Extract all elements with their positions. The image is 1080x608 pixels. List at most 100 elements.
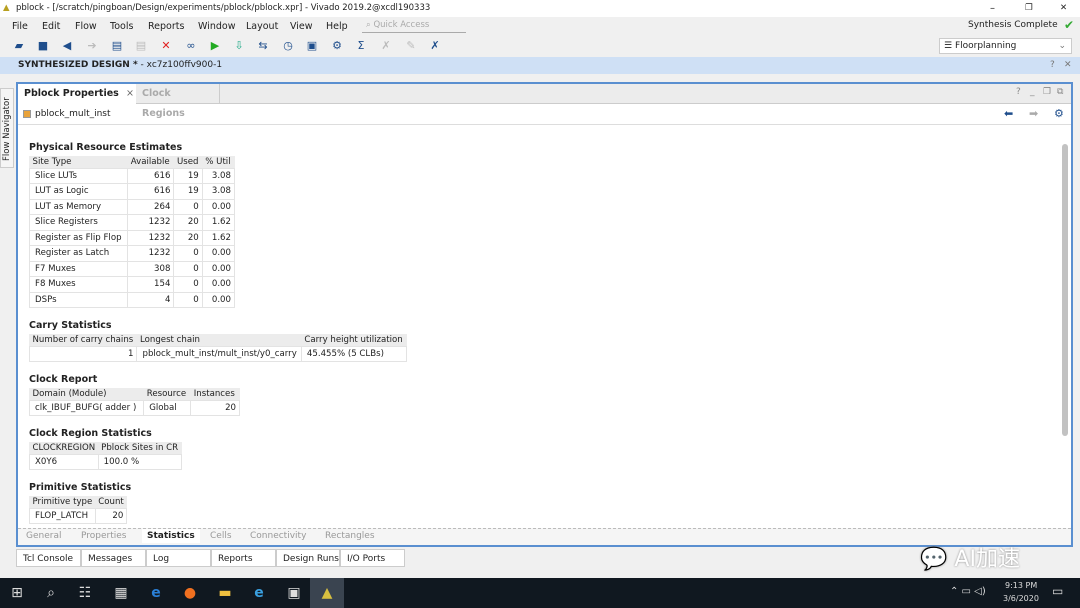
column-header[interactable]: Used <box>174 156 202 168</box>
quick-access-input[interactable]: ⌕ Quick Access <box>362 18 466 33</box>
back-icon[interactable]: ⬅ <box>1004 107 1013 120</box>
restore-panel-icon[interactable]: ❐ <box>1043 87 1051 97</box>
menu-edit[interactable]: Edit <box>42 21 60 32</box>
step-icon[interactable]: ⇩ <box>232 39 246 53</box>
minimize-panel-icon[interactable]: _ <box>1030 87 1035 97</box>
tab-rectangles[interactable]: Rectangles <box>325 531 375 541</box>
column-header[interactable]: Count <box>95 496 127 508</box>
column-header[interactable]: Carry height utilization <box>301 334 406 346</box>
close-design-icon[interactable]: ✕ <box>1064 57 1072 74</box>
tab-clock-regions[interactable]: Clock Regions <box>136 84 220 119</box>
section-title: Physical Resource Estimates <box>29 142 183 153</box>
forward-icon[interactable]: ➡ <box>1029 107 1038 120</box>
tray-icons[interactable]: ⌃ ▭ ◁) <box>950 586 986 597</box>
settings-icon[interactable]: ⚙ <box>330 39 344 53</box>
search-icon[interactable]: ⌕ <box>42 585 60 601</box>
column-header[interactable]: Site Type <box>30 156 128 168</box>
menu-reports[interactable]: Reports <box>148 21 184 32</box>
redo-icon[interactable]: ➔ <box>85 39 99 53</box>
menu-layout[interactable]: Layout <box>246 21 278 32</box>
firefox-icon[interactable]: ● <box>181 585 199 601</box>
notifications-icon[interactable]: ▭ <box>1052 584 1063 598</box>
copy-icon[interactable]: ▤ <box>110 39 124 53</box>
find-icon[interactable]: ∞ <box>184 39 198 53</box>
menu-file[interactable]: File <box>12 21 28 32</box>
column-header[interactable]: Available <box>128 156 174 168</box>
layout-select[interactable]: ☰ Floorplanning ⌄ <box>939 38 1072 54</box>
float-panel-icon[interactable]: ⧉ <box>1057 87 1063 97</box>
menu-window[interactable]: Window <box>198 21 235 32</box>
table-cell: clk_IBUF_BUFG( adder ) <box>28 399 145 416</box>
table-cell: F7 Muxes <box>28 260 129 277</box>
tab-cells[interactable]: Cells <box>210 531 232 541</box>
column-header[interactable]: Instances <box>191 388 240 400</box>
column-header[interactable]: Resource <box>144 388 191 400</box>
remote-desktop-icon[interactable]: ▣ <box>285 585 303 601</box>
settings-icon[interactable]: ⚙ <box>1054 107 1064 120</box>
menu-view[interactable]: View <box>290 21 313 32</box>
sigma-icon[interactable]: Σ <box>354 39 368 53</box>
table-row: Slice Registers 1232 20 1.62 <box>28 214 236 231</box>
menu-help[interactable]: Help <box>326 21 348 32</box>
tab-design-runs[interactable]: Design Runs <box>276 549 340 567</box>
sync-icon[interactable]: ⇆ <box>256 39 270 53</box>
tab-reports[interactable]: Reports <box>211 549 276 567</box>
tab-messages[interactable]: Messages <box>81 549 146 567</box>
tab-connectivity[interactable]: Connectivity <box>250 531 306 541</box>
table-cell: 1232 <box>127 229 175 246</box>
flow-navigator-tab[interactable]: Flow Navigator <box>0 88 14 168</box>
help-icon[interactable]: ? <box>1050 57 1055 74</box>
tab-log[interactable]: Log <box>146 549 211 567</box>
run-icon[interactable]: ▶ <box>208 39 222 53</box>
column-header[interactable]: Number of carry chains <box>30 334 137 346</box>
scrollbar-thumb[interactable] <box>1062 144 1068 436</box>
tab-pblock-properties[interactable]: Pblock Properties × <box>18 84 136 104</box>
save-icon[interactable]: ■ <box>36 39 50 53</box>
vertical-scrollbar[interactable] <box>1061 134 1069 524</box>
column-header[interactable]: % Util <box>202 156 234 168</box>
table-cell: Register as Latch <box>28 245 129 262</box>
column-header[interactable]: Domain (Module) <box>30 388 144 400</box>
undo-icon[interactable]: ◀ <box>60 39 74 53</box>
tab-io-ports[interactable]: I/O Ports <box>340 549 405 567</box>
vivado-icon: ▲ <box>321 585 333 601</box>
minimize-button[interactable]: – <box>990 0 995 17</box>
tab-tcl-console[interactable]: Tcl Console <box>16 549 81 567</box>
column-header[interactable]: CLOCKREGION <box>30 442 99 454</box>
task-view-icon[interactable]: ☷ <box>76 585 94 601</box>
close-button[interactable]: ✕ <box>1060 0 1067 17</box>
watermark: 💬 AI加速 <box>920 541 1020 573</box>
internet-explorer-icon[interactable]: e <box>250 585 268 601</box>
close-tab-icon[interactable]: × <box>126 84 134 104</box>
paste-icon[interactable]: ▤ <box>134 39 148 53</box>
calculator-icon[interactable]: ▦ <box>112 585 130 601</box>
restore-button[interactable]: ❐ <box>1025 0 1033 17</box>
menu-flow[interactable]: Flow <box>75 21 97 32</box>
table-cell: DSPs <box>28 291 129 308</box>
menu-tools[interactable]: Tools <box>110 21 133 32</box>
tab-general[interactable]: General <box>26 531 61 541</box>
help-icon[interactable]: ? <box>1016 87 1021 97</box>
windows-start-icon[interactable]: ⊞ <box>8 585 26 601</box>
column-header[interactable]: Pblock Sites in CR <box>98 442 181 454</box>
tab-properties[interactable]: Properties <box>81 531 126 541</box>
file-explorer-icon[interactable]: ▬ <box>216 585 234 601</box>
pencil-icon[interactable]: ✎ <box>404 39 418 53</box>
tab-statistics[interactable]: Statistics <box>142 529 200 543</box>
timer-icon[interactable]: ◷ <box>281 39 295 53</box>
table-cell: 0.00 <box>201 291 236 308</box>
report-icon[interactable]: ▣ <box>305 39 319 53</box>
vivado-taskbar-button[interactable]: ▲ <box>310 578 344 608</box>
table-cell: 0.00 <box>201 198 236 215</box>
column-header[interactable]: Primitive type <box>30 496 96 508</box>
delete-icon[interactable]: ✕ <box>159 39 173 53</box>
vivado-logo-icon: ▲ <box>3 3 10 13</box>
table-cell: LUT as Logic <box>28 183 129 200</box>
edge-icon[interactable]: e <box>147 585 165 601</box>
tool-icon[interactable]: ✗ <box>379 39 393 53</box>
column-header[interactable]: Longest chain <box>137 334 301 346</box>
window-title: pblock - [/scratch/pingboan/Design/exper… <box>16 3 431 13</box>
cross-tool-icon[interactable]: ✗ <box>428 39 442 53</box>
open-icon[interactable]: ▰ <box>12 39 26 53</box>
table-cell: 3.08 <box>201 167 236 184</box>
